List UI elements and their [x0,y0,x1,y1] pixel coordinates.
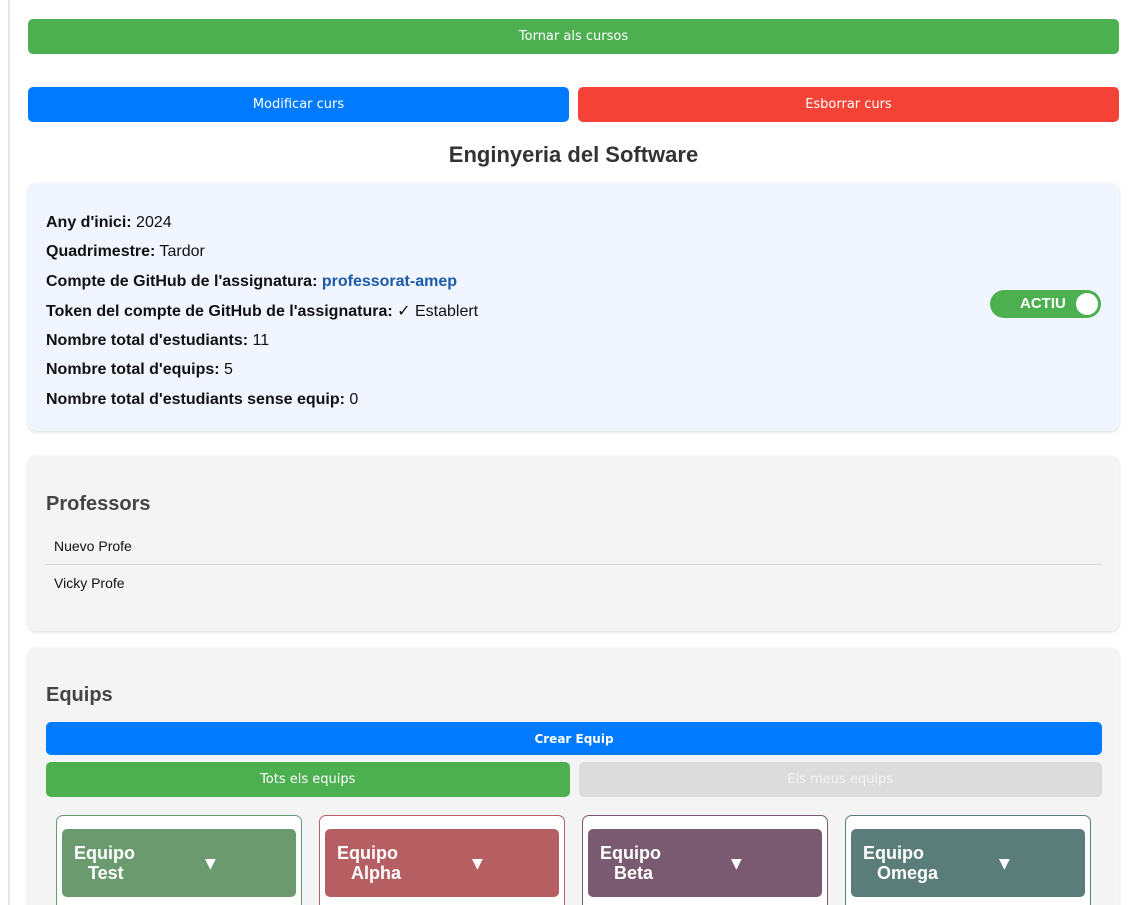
chevron-down-icon[interactable]: ▼ [205,856,216,872]
tab-my-teams[interactable]: Els meus equips [578,762,1102,797]
course-info-card: Any d'inici: 2024 Quadrimestre: Tardor C… [28,183,1119,431]
students-no-team-row: Nombre total d'estudiants sense equip: 0 [46,385,478,414]
chevron-down-icon[interactable]: ▼ [731,856,742,872]
team-name: Equipo Test [74,843,135,883]
github-token-label: Token del compte de GitHub de l'assignat… [46,302,393,320]
professors-list: Nuevo Profe Vicky Profe [46,528,1102,600]
team-card-test: Equipo Test ▼ [56,815,302,905]
professors-title: Professors [46,493,151,515]
semester-label: Quadrimestre: [46,243,156,261]
course-title: Enginyeria del Software [448,142,699,167]
page-left-border [8,0,10,905]
start-year-label: Any d'inici: [46,214,132,231]
github-account-row: Compte de GitHub de l'assignatura: profe… [46,267,478,296]
team-name: Equipo Alpha [337,843,401,883]
team-name: Equipo Beta [600,843,661,883]
toggle-knob [1076,293,1098,315]
professors-card: Professors Nuevo Profe Vicky Profe [28,456,1119,631]
total-teams-row: Nombre total d'equips: 5 [46,355,478,384]
teams-card: Equips Crear Equip Tots els equips Els m… [28,648,1119,905]
toggle-label: ACTIU [1020,295,1066,312]
start-year-row: Any d'inici: 2024 [46,208,478,237]
delete-course-button[interactable]: Esborrar curs [578,87,1119,122]
team-header[interactable]: Equipo Omega ▼ [851,829,1085,897]
team-name-line1: Equipo [74,843,135,863]
chevron-down-icon[interactable]: ▼ [472,856,483,872]
total-students-value: 11 [252,332,270,350]
team-header[interactable]: Equipo Beta ▼ [588,829,822,897]
course-actions: Modificar curs Esborrar curs [28,87,1119,122]
list-item: Vicky Profe [46,564,1102,600]
github-token-row: Token del compte de GitHub de l'assignat… [46,296,478,326]
create-team-button[interactable]: Crear Equip [46,722,1102,755]
semester-row: Quadrimestre: Tardor [46,237,478,266]
team-name-line1: Equipo [863,843,924,863]
tab-all-teams[interactable]: Tots els equips [46,762,570,797]
team-name-line2: Beta [614,863,654,883]
github-token-status: Establert [414,302,479,320]
modify-course-button[interactable]: Modificar curs [28,87,569,122]
team-name-line2: Test [88,863,124,883]
team-grid: Equipo Test ▼ Equipo Alpha ▼ Equipo Beta [56,815,1092,905]
team-name-line2: Alpha [351,863,402,883]
team-name: Equipo Omega [863,843,938,883]
github-account-label: Compte de GitHub de l'assignatura: [46,272,318,290]
teams-title: Equips [46,684,113,706]
team-card-omega: Equipo Omega ▼ [845,815,1091,905]
total-teams-label: Nombre total d'equips: [46,361,220,379]
students-no-team-label: Nombre total d'estudiants sense equip: [46,390,345,408]
students-no-team-value: 0 [349,390,359,408]
team-name-line1: Equipo [600,843,661,863]
team-card-alpha: Equipo Alpha ▼ [319,815,565,905]
team-header[interactable]: Equipo Test ▼ [62,829,296,897]
team-header[interactable]: Equipo Alpha ▼ [325,829,559,897]
back-to-courses-button[interactable]: Tornar als cursos [28,19,1119,54]
team-name-line1: Equipo [337,843,398,863]
team-filter-tabs: Tots els equips Els meus equips [46,762,1102,797]
check-icon: ✓ [397,300,411,320]
course-active-toggle[interactable]: ACTIU [990,290,1101,318]
list-item: Nuevo Profe [54,538,132,554]
course-info-list: Any d'inici: 2024 Quadrimestre: Tardor C… [46,208,478,414]
total-teams-value: 5 [224,361,233,379]
total-students-row: Nombre total d'estudiants: 11 [46,326,478,355]
team-card-beta: Equipo Beta ▼ [582,815,828,905]
chevron-down-icon[interactable]: ▼ [999,856,1010,872]
team-name-line2: Omega [877,863,939,883]
total-students-label: Nombre total d'estudiants: [46,332,249,350]
github-account-link[interactable]: professorat-amep [322,273,457,290]
semester-value: Tardor [159,243,205,261]
start-year-value: 2024 [136,214,172,231]
